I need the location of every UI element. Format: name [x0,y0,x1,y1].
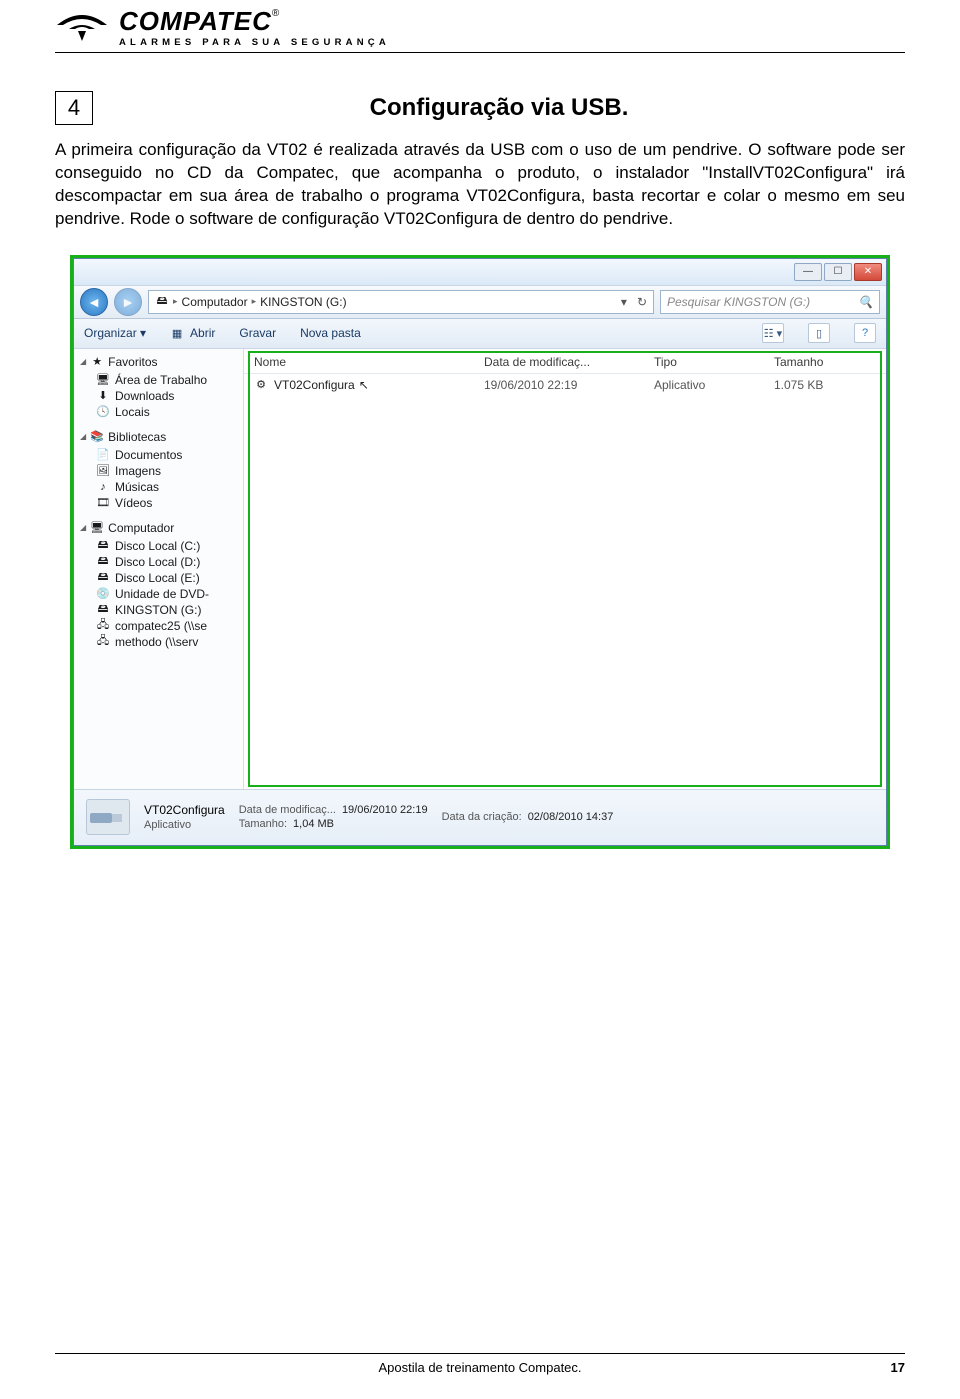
computer-icon: 🖥 [90,521,104,535]
app-icon: ⚙ [254,378,268,392]
library-icon: 📚 [90,430,104,444]
sidebar-libraries[interactable]: Bibliotecas [108,430,166,444]
sidebar-item-downloads[interactable]: ⬇Downloads [80,388,243,404]
preview-pane-button[interactable]: ▯ [808,323,830,343]
file-row[interactable]: ⚙ VT02Configura ↖ 19/06/2010 22:19 Aplic… [244,374,886,396]
sidebar-item-drive-c[interactable]: 🖴Disco Local (C:) [80,538,243,554]
usb-icon [86,799,130,835]
sidebar-item-desktop[interactable]: 🖥Área de Trabalho [80,372,243,388]
cursor-icon: ↖ [359,378,369,392]
drive-icon: 🖴 [155,295,169,309]
file-list-pane: Nome Data de modificaç... Tipo Tamanho ⚙… [244,349,886,789]
breadcrumb-drive[interactable]: KINGSTON (G:) [260,295,346,309]
back-button[interactable]: ◄ [80,288,108,316]
sidebar-item-drive-d[interactable]: 🖴Disco Local (D:) [80,554,243,570]
minimize-button[interactable]: — [794,263,822,281]
sidebar-item-music[interactable]: ♪Músicas [80,479,243,495]
explorer-screenshot: — ☐ ✕ ◄ ► 🖴 ▸ Computador ▸ KINGSTON (G:)… [70,255,890,849]
col-name[interactable]: Nome [254,355,484,369]
explorer-sidebar: ◢★Favoritos 🖥Área de Trabalho ⬇Downloads… [74,349,244,789]
logo-subtitle: ALARMES PARA SUA SEGURANÇA [119,37,390,48]
file-date: 19/06/2010 22:19 [484,378,654,392]
file-size: 1.075 KB [774,378,876,392]
sidebar-item-net2[interactable]: 🖧methodo (\\serv [80,634,243,650]
sidebar-item-images[interactable]: 🖼Imagens [80,463,243,479]
nav-toolbar: ◄ ► 🖴 ▸ Computador ▸ KINGSTON (G:) ▾ ↻ P… [74,285,886,319]
logo-title: COMPATEC® [119,8,390,35]
sidebar-item-places[interactable]: 🕓Locais [80,404,243,420]
section-title: Configuração via USB. [93,94,905,122]
footer-text: Apostila de treinamento Compatec. [378,1360,581,1375]
search-input[interactable]: Pesquisar KINGSTON (G:) 🔍 [660,290,880,314]
section-number: 4 [55,91,93,125]
details-subtitle: Aplicativo [144,819,225,831]
compatec-logo-icon [55,11,109,45]
help-button[interactable]: ? [854,323,876,343]
forward-button[interactable]: ► [114,288,142,316]
details-title: VT02Configura [144,803,225,817]
view-button[interactable]: ☷ ▾ [762,323,784,343]
sidebar-item-documents[interactable]: 📄Documentos [80,447,243,463]
sidebar-item-drive-e[interactable]: 🖴Disco Local (E:) [80,570,243,586]
star-icon: ★ [90,355,104,369]
sidebar-computer[interactable]: Computador [108,521,174,535]
col-date[interactable]: Data de modificaç... [484,355,654,369]
command-bar: Organizar ▾ ▦ Abrir Gravar Nova pasta ☷ … [74,319,886,349]
burn-button[interactable]: Gravar [239,326,276,340]
search-icon: 🔍 [858,295,873,309]
details-bar: VT02Configura Aplicativo Data de modific… [74,789,886,845]
new-folder-button[interactable]: Nova pasta [300,326,361,340]
open-button[interactable]: ▦ Abrir [170,326,215,340]
organize-menu[interactable]: Organizar ▾ [84,326,146,340]
sidebar-item-videos[interactable]: 🎞Vídeos [80,495,243,511]
breadcrumb-root[interactable]: Computador [182,295,248,309]
page-footer: Apostila de treinamento Compatec. 17 [55,1353,905,1375]
section-heading: 4 Configuração via USB. [55,91,905,125]
page-header: COMPATEC® ALARMES PARA SUA SEGURANÇA [55,0,905,53]
highlight-box [248,351,882,787]
sidebar-favorites[interactable]: Favoritos [108,355,157,369]
body-paragraph: A primeira configuração da VT02 é realiz… [55,139,905,231]
window-titlebar: — ☐ ✕ [74,259,886,285]
maximize-button[interactable]: ☐ [824,263,852,281]
sidebar-item-kingston[interactable]: 🖴KINGSTON (G:) [80,602,243,618]
page-number: 17 [891,1360,905,1375]
sidebar-item-net1[interactable]: 🖧compatec25 (\\se [80,618,243,634]
column-headers: Nome Data de modificaç... Tipo Tamanho [244,349,886,374]
col-type[interactable]: Tipo [654,355,774,369]
breadcrumb-bar[interactable]: 🖴 ▸ Computador ▸ KINGSTON (G:) ▾ ↻ [148,290,654,314]
open-icon: ▦ [170,326,184,340]
sidebar-item-dvd[interactable]: 💿Unidade de DVD- [80,586,243,602]
file-name: VT02Configura [274,378,355,392]
file-type: Aplicativo [654,378,774,392]
col-size[interactable]: Tamanho [774,355,876,369]
close-button[interactable]: ✕ [854,263,882,281]
